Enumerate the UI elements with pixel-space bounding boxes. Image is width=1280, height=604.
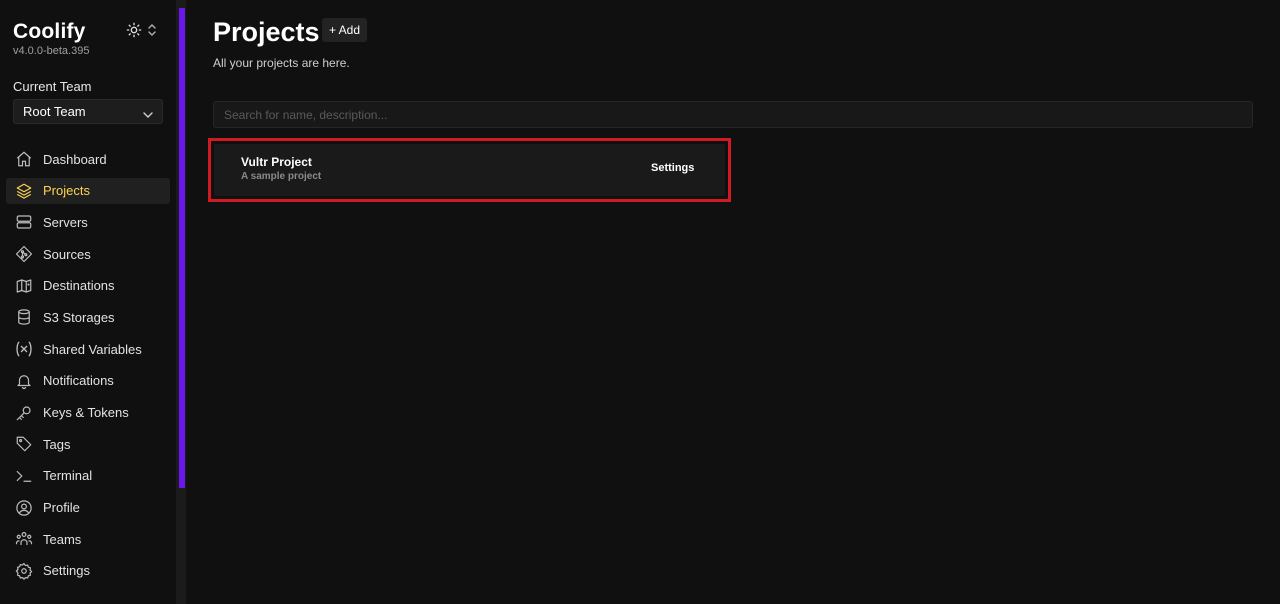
sidebar-item-projects[interactable]: Projects xyxy=(6,177,170,204)
sidebar: Coolify v4.0.0-beta.395 Current Team Roo… xyxy=(0,0,176,604)
project-name: Vultr Project xyxy=(241,155,312,169)
sidebar-item-label: Shared Variables xyxy=(43,341,142,357)
add-project-button[interactable]: + Add xyxy=(322,18,368,42)
layers-icon xyxy=(14,181,34,201)
sidebar-item-label: Tags xyxy=(43,436,71,452)
sidebar-item-dashboard[interactable]: Dashboard xyxy=(6,146,170,172)
variable-icon xyxy=(14,339,34,359)
current-team-label: Current Team xyxy=(13,79,92,94)
project-description: A sample project xyxy=(241,171,322,182)
sidebar-item-label: Teams xyxy=(43,531,82,547)
sidebar-item-settings[interactable]: Settings xyxy=(6,558,170,584)
sidebar-item-profile[interactable]: Profile xyxy=(6,495,170,521)
team-select[interactable]: Root Team xyxy=(13,99,163,124)
key-icon xyxy=(14,403,34,423)
sidebar-item-label: Servers xyxy=(43,214,88,230)
server-icon xyxy=(14,212,34,232)
project-settings-link[interactable]: Settings xyxy=(651,162,694,174)
sidebar-item-sources[interactable]: Sources xyxy=(6,241,170,267)
sidebar-item-label: Projects xyxy=(43,183,90,199)
sidebar-item-label: Destinations xyxy=(43,278,115,294)
home-icon xyxy=(14,149,34,169)
sidebar-item-destinations[interactable]: Destinations xyxy=(6,273,170,299)
destination-icon xyxy=(14,276,34,296)
sidebar-item-tags[interactable]: Tags xyxy=(6,431,170,457)
sidebar-item-shared-variables[interactable]: Shared Variables xyxy=(6,336,170,362)
sidebar-item-servers[interactable]: Servers xyxy=(6,209,170,235)
team-select-value: Root Team xyxy=(23,104,86,119)
chevron-down-icon xyxy=(143,107,153,122)
database-icon xyxy=(14,307,34,327)
git-icon xyxy=(14,244,34,264)
search-input[interactable] xyxy=(213,101,1253,128)
sidebar-item-label: Terminal xyxy=(43,468,93,484)
bell-icon xyxy=(14,371,34,391)
user-circle-icon xyxy=(14,498,34,518)
sun-icon xyxy=(126,22,142,38)
sidebar-item-notifications[interactable]: Notifications xyxy=(6,368,170,394)
sidebar-item-label: Settings xyxy=(43,563,90,579)
page-subtitle: All your projects are here. xyxy=(213,56,350,70)
sidebar-item-s3-storages[interactable]: S3 Storages xyxy=(6,304,170,330)
gear-icon xyxy=(14,561,34,581)
page-title: Projects xyxy=(213,17,320,47)
sidebar-scrollbar-thumb[interactable] xyxy=(179,8,185,488)
users-icon xyxy=(14,529,34,549)
theme-toggle[interactable] xyxy=(126,22,156,38)
sidebar-item-label: Dashboard xyxy=(43,151,107,167)
tag-icon xyxy=(14,434,34,454)
terminal-icon xyxy=(14,466,34,486)
app-name: Coolify xyxy=(13,20,86,43)
project-card[interactable]: Vultr Project A sample project Settings xyxy=(214,144,725,196)
sidebar-item-label: Sources xyxy=(43,246,91,262)
sidebar-item-label: S3 Storages xyxy=(43,309,115,325)
sidebar-item-keys-tokens[interactable]: Keys & Tokens xyxy=(6,400,170,426)
sidebar-item-label: Notifications xyxy=(43,373,114,389)
sidebar-item-teams[interactable]: Teams xyxy=(6,526,170,552)
sidebar-item-terminal[interactable]: Terminal xyxy=(6,463,170,489)
sidebar-nav: Dashboard Projects Servers Sources Desti… xyxy=(6,146,170,590)
sidebar-item-label: Profile xyxy=(43,500,80,516)
app-version: v4.0.0-beta.395 xyxy=(13,45,90,57)
chevron-updown-icon xyxy=(148,24,156,36)
sidebar-item-label: Keys & Tokens xyxy=(43,405,129,420)
